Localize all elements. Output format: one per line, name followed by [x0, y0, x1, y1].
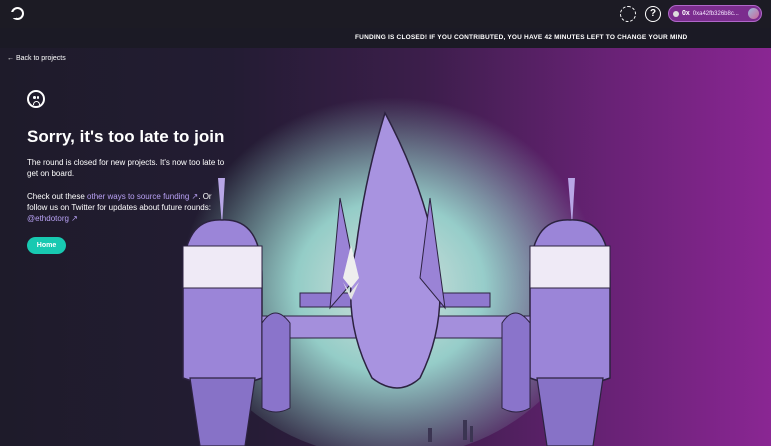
closed-message: The round is closed for new projects. It…	[27, 158, 225, 178]
top-bar: ? 0x 0xa42fb326b8c...	[0, 0, 771, 28]
other-ways-link[interactable]: other ways to source funding	[87, 192, 189, 201]
external-link-icon: ↗	[68, 214, 78, 223]
sad-face-icon	[27, 90, 45, 108]
funding-banner: FUNDING IS CLOSED! IF YOU CONTRIBUTED, Y…	[0, 28, 771, 48]
home-button[interactable]: Home	[27, 237, 66, 254]
follow-message: Check out these other ways to source fun…	[27, 191, 227, 224]
rocket-illustration	[180, 78, 611, 446]
settings-icon[interactable]	[620, 6, 636, 22]
logo-icon[interactable]	[10, 7, 24, 20]
banner-text: FUNDING IS CLOSED! IF YOU CONTRIBUTED, Y…	[355, 34, 688, 41]
page-title: Sorry, it's too late to join	[27, 127, 225, 146]
back-label: Back to projects	[15, 55, 66, 62]
para2-a: Check out these	[27, 192, 88, 201]
back-link[interactable]: ← Back to projects	[7, 55, 66, 62]
wallet-button[interactable]: 0x 0xa42fb326b8c...	[668, 5, 762, 22]
external-link-icon: ↗	[189, 192, 199, 201]
twitter-link[interactable]: @ethdotorg	[27, 214, 69, 223]
hero-background	[0, 48, 771, 446]
arrow-left-icon: ←	[7, 55, 14, 62]
help-icon[interactable]: ?	[645, 6, 661, 22]
wallet-address: 0xa42fb326b8c...	[692, 10, 739, 17]
avatar	[748, 8, 759, 19]
wallet-network: 0x	[682, 10, 690, 17]
network-icon	[673, 10, 679, 17]
